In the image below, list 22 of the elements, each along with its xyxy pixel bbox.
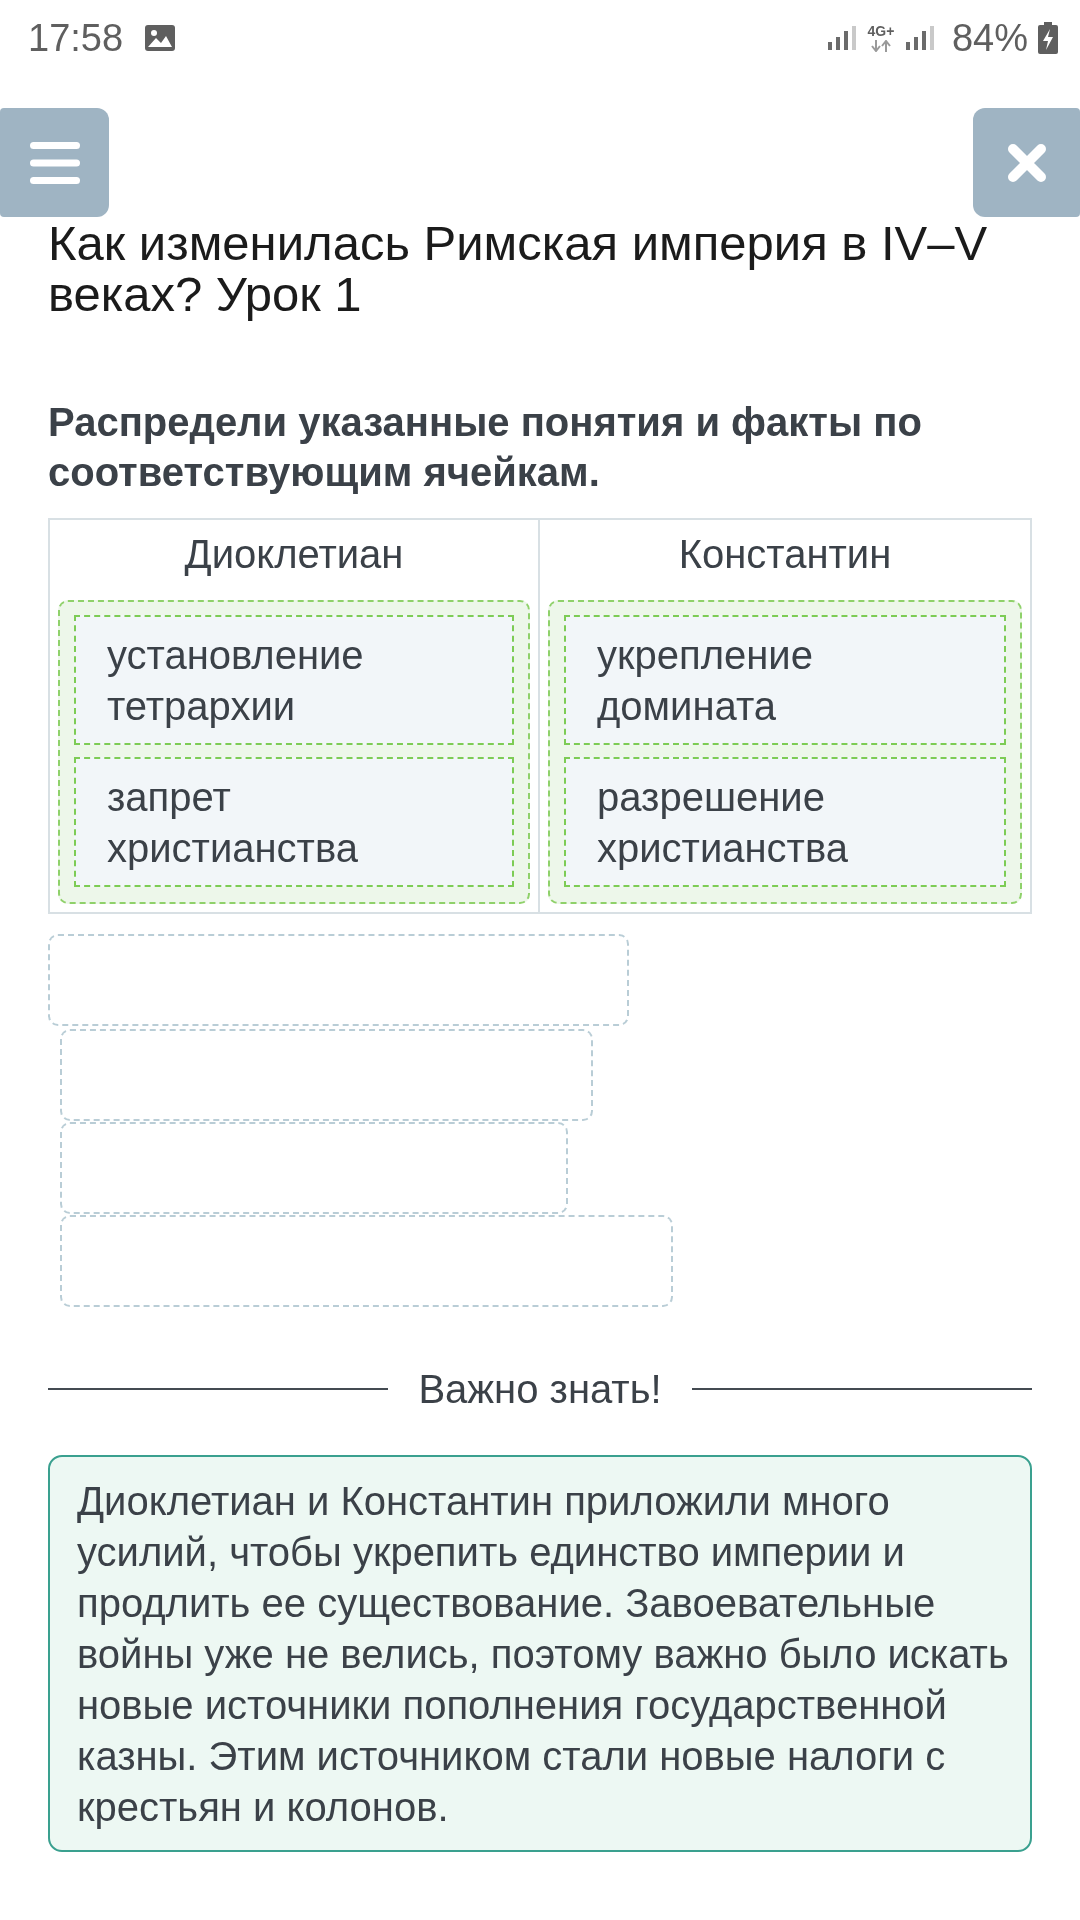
signal-icon: [827, 25, 856, 50]
close-button[interactable]: [973, 108, 1080, 217]
column-heading: Диоклетиан: [183, 531, 405, 578]
battery-charging-icon: [1038, 21, 1058, 54]
battery-percent: 84%: [951, 18, 1028, 57]
status-time: 17:58: [28, 18, 124, 57]
task-instruction: Распредели указанные понятия и факты по соответствующим ячейкам.: [48, 399, 923, 496]
menu-button[interactable]: [0, 108, 109, 217]
menu-icon: [29, 141, 80, 184]
column-heading: Константин: [677, 531, 893, 578]
answer-card[interactable]: укрепление домината: [564, 615, 1006, 745]
answer-card[interactable]: разрешение христианства: [564, 757, 1006, 887]
section-heading: Важно знать!: [418, 1366, 662, 1413]
info-text: Диоклетиан и Константин приложили много усилий, чтобы укрепить единство империи и продлить ее существование. Завоевательные войны уже не велись, поэтому важно было искать новые источники пополнения государственной казны. Этим источником стали новые налоги с крестьян и колонов.: [77, 1478, 1010, 1831]
data-arrows-icon: [870, 39, 891, 52]
answer-card[interactable]: запрет христианства: [74, 757, 514, 887]
close-icon: [1006, 142, 1047, 183]
image-icon: [145, 24, 176, 51]
network-type-label: 4G+: [867, 23, 895, 38]
lesson-title: Как изменилась Римская империя в IV–V веках? Урок 1: [48, 218, 989, 320]
signal-icon: [905, 25, 934, 50]
answer-card[interactable]: установление тетрархии: [74, 615, 514, 745]
